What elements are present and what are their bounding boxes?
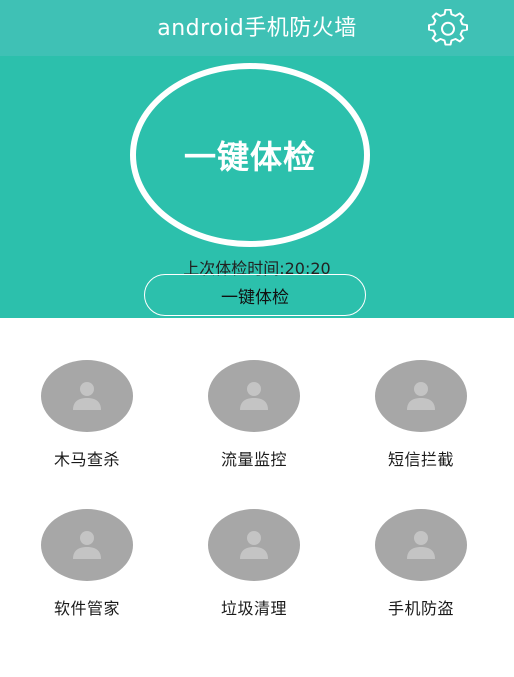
feature-label: 木马查杀 bbox=[53, 450, 120, 469]
user-placeholder-icon bbox=[41, 360, 133, 432]
settings-button[interactable] bbox=[426, 9, 470, 49]
feature-anti-theft[interactable]: 手机防盗 bbox=[351, 509, 491, 629]
one-click-check-circle[interactable]: 一键体检 bbox=[130, 63, 370, 247]
hero-panel: 一键体检 上次体检时间:20:20 一键体检 bbox=[0, 56, 514, 318]
user-placeholder-icon bbox=[375, 360, 467, 432]
app-screen: android手机防火墙 一键体检 上次体检时间:20:20 一键体检 木马查杀 bbox=[0, 0, 514, 677]
check-circle-label: 一键体检 bbox=[183, 138, 316, 176]
feature-traffic-monitor[interactable]: 流量监控 bbox=[184, 360, 324, 480]
feature-software-manager[interactable]: 软件管家 bbox=[17, 509, 157, 629]
feature-label: 垃圾清理 bbox=[220, 599, 287, 618]
feature-grid: 木马查杀 流量监控 短信拦截 软件管家 垃圾清理 手机防盗 bbox=[0, 318, 514, 677]
feature-trojan-scan[interactable]: 木马查杀 bbox=[17, 360, 157, 480]
feature-junk-clean[interactable]: 垃圾清理 bbox=[184, 509, 324, 629]
user-placeholder-icon bbox=[208, 509, 300, 581]
user-placeholder-icon bbox=[208, 360, 300, 432]
gear-icon bbox=[428, 9, 468, 46]
user-placeholder-icon bbox=[41, 509, 133, 581]
app-header: android手机防火墙 bbox=[0, 0, 514, 56]
feature-sms-block[interactable]: 短信拦截 bbox=[351, 360, 491, 480]
user-placeholder-icon bbox=[375, 509, 467, 581]
feature-label: 软件管家 bbox=[53, 599, 120, 618]
feature-label: 短信拦截 bbox=[387, 450, 454, 469]
feature-label: 手机防盗 bbox=[387, 599, 454, 618]
one-click-check-button[interactable]: 一键体检 bbox=[144, 274, 366, 316]
feature-label: 流量监控 bbox=[220, 450, 287, 469]
